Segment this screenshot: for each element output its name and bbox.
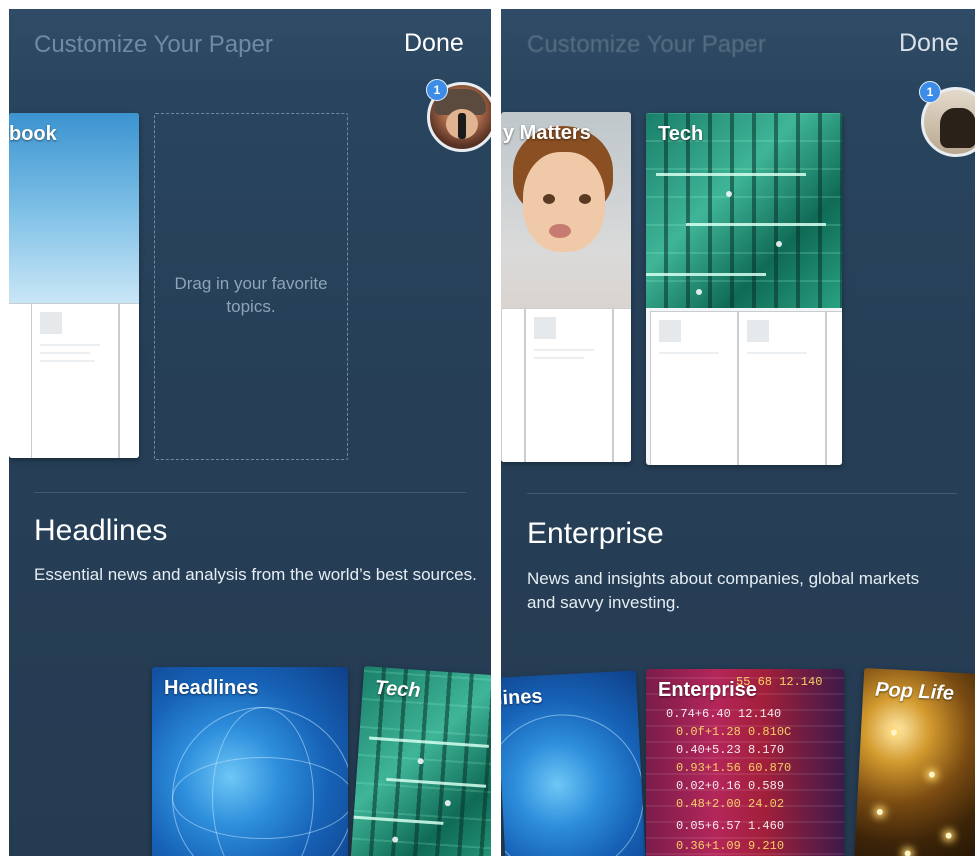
story-page bbox=[525, 308, 613, 462]
pop-life-card[interactable]: Pop Life bbox=[853, 667, 975, 856]
top-bar: Customize Your Paper Done bbox=[9, 9, 491, 81]
right-screen: Customize Your Paper Done 1 y Matters Te… bbox=[501, 9, 975, 856]
circuit-pad bbox=[391, 836, 399, 843]
section-card-label: Pop Life bbox=[874, 678, 955, 705]
sparkle bbox=[890, 729, 898, 736]
globe-parallel bbox=[172, 757, 348, 839]
section-description: News and insights about companies, globa… bbox=[527, 569, 920, 612]
section-title: Headlines bbox=[34, 514, 168, 547]
screen-divider bbox=[491, 0, 501, 856]
story-page bbox=[826, 311, 842, 465]
section-title: Enterprise bbox=[527, 517, 664, 550]
ticker-row: 0.02+0.16 0.589 bbox=[676, 779, 785, 793]
child-eye bbox=[579, 194, 591, 204]
section-card-label: lines bbox=[501, 685, 544, 710]
screen-title: Customize Your Paper bbox=[527, 31, 766, 58]
ticker-row: 0.36+1.09 9.210 bbox=[676, 839, 785, 853]
section-card-label: Headlines bbox=[164, 677, 259, 699]
tech-card[interactable]: Tech bbox=[350, 666, 491, 856]
story-page bbox=[738, 311, 826, 465]
story-text-line bbox=[534, 357, 584, 359]
tech-section-card[interactable]: Tech bbox=[646, 113, 842, 465]
headlines-card[interactable]: Headlines bbox=[152, 667, 348, 856]
story-thumbnail bbox=[40, 312, 62, 334]
done-button[interactable]: Done bbox=[899, 29, 959, 58]
circuit-trace bbox=[353, 815, 444, 825]
ticker-row: 0.74+6.40 12.140 bbox=[666, 707, 782, 721]
circuit-trace bbox=[656, 173, 806, 176]
section-card-label: Tech bbox=[658, 123, 704, 145]
done-button[interactable]: Done bbox=[404, 29, 464, 58]
child-eye bbox=[543, 194, 555, 204]
sparkle bbox=[876, 808, 883, 816]
ticker-row: 0.48+2.00 24.02 bbox=[676, 797, 785, 811]
section-card-label: book bbox=[9, 123, 57, 145]
story-page bbox=[31, 303, 119, 458]
section-card-label: y Matters bbox=[503, 122, 591, 144]
screen-title: Customize Your Paper bbox=[34, 31, 273, 58]
circuit-trace bbox=[646, 273, 766, 276]
circuit-pad bbox=[444, 799, 451, 807]
left-screen: Customize Your Paper Done 1 book Drag in… bbox=[9, 9, 491, 856]
family-matters-card[interactable]: y Matters bbox=[501, 112, 631, 462]
headlines-card[interactable]: lines bbox=[501, 670, 647, 856]
drop-zone[interactable]: Drag in your favorite topics. bbox=[154, 113, 348, 460]
story-text-line bbox=[40, 344, 100, 346]
sparkle bbox=[904, 850, 911, 856]
story-page bbox=[9, 303, 33, 458]
child-mouth bbox=[549, 224, 571, 238]
story-page bbox=[613, 308, 631, 462]
story-text-line bbox=[40, 360, 95, 362]
story-thumbnail bbox=[747, 320, 769, 342]
circuit-trace bbox=[686, 223, 826, 226]
microphone-shape bbox=[458, 113, 466, 139]
drop-zone-hint: Drag in your favorite topics. bbox=[174, 274, 328, 316]
globe-outline bbox=[501, 710, 647, 856]
story-page bbox=[501, 308, 525, 462]
notification-badge: 1 bbox=[919, 81, 941, 103]
story-text-line bbox=[659, 352, 719, 354]
story-page bbox=[650, 311, 738, 465]
sparkle bbox=[945, 832, 952, 839]
circuit-trace bbox=[386, 777, 487, 788]
story-page bbox=[119, 303, 139, 458]
dog-shape bbox=[940, 108, 975, 148]
story-thumbnail bbox=[659, 320, 681, 342]
enterprise-card[interactable]: 55 68 12.140 0.74+6.40 12.140 0.0f+1.28 … bbox=[646, 669, 844, 856]
section-card-label: Tech bbox=[373, 676, 422, 702]
section-card-label: Enterprise bbox=[658, 679, 757, 701]
top-bar: Customize Your Paper Done bbox=[501, 9, 975, 81]
circuit-pad bbox=[726, 191, 732, 197]
ticker-row: 0.0f+1.28 0.810C bbox=[676, 725, 792, 739]
facebook-section-card[interactable]: book bbox=[9, 113, 139, 458]
story-text-line bbox=[747, 352, 807, 354]
story-text-line bbox=[40, 352, 90, 354]
circuit-pad bbox=[696, 289, 702, 295]
circuit-trace bbox=[369, 736, 489, 748]
ticker-row: 0.05+6.57 1.460 bbox=[676, 819, 785, 833]
story-text-line bbox=[534, 349, 594, 351]
ticker-row: 0.93+1.56 60.870 bbox=[676, 761, 792, 775]
divider-line bbox=[527, 493, 957, 494]
divider-line bbox=[34, 492, 466, 493]
circuit-pad bbox=[776, 241, 782, 247]
section-description: Essential news and analysis from the wor… bbox=[34, 565, 477, 584]
ticker-row: 0.40+5.23 8.170 bbox=[676, 743, 785, 757]
story-thumbnail bbox=[534, 317, 556, 339]
circuit-pad bbox=[417, 757, 424, 765]
sparkle bbox=[928, 771, 935, 778]
notification-badge: 1 bbox=[426, 79, 448, 101]
